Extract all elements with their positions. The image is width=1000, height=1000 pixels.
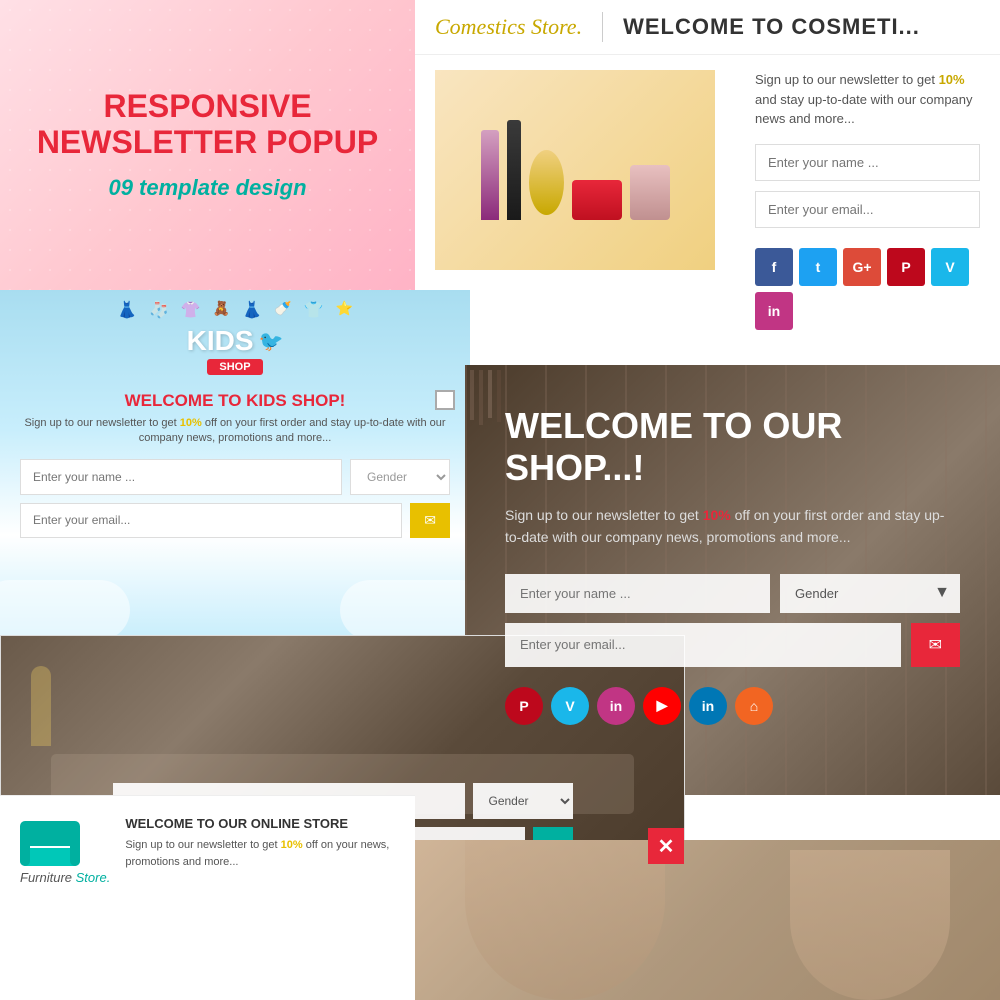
top-left-panel: RESPONSIVE NEWSLETTER POPUP 09 template … [0, 0, 415, 290]
checkbox[interactable] [435, 390, 455, 410]
google-btn[interactable]: G+ [843, 248, 881, 286]
clothing-linkedin-btn[interactable]: in [689, 687, 727, 725]
kids-submit-button[interactable]: ✉ [410, 503, 450, 538]
kids-email-row: ✉ [20, 503, 450, 538]
kids-name-input[interactable] [20, 459, 342, 495]
cloud-left [0, 580, 130, 640]
kids-logo: KIDS 🐦 SHOP [187, 325, 284, 380]
furniture-store-logo-icon: Furniture Store. [20, 816, 110, 980]
kids-form-row1: Gender Male Female [20, 459, 450, 495]
cosmetics-name-input[interactable] [755, 144, 980, 181]
clothing-email-input[interactable] [505, 623, 901, 667]
clothing-youtube-btn[interactable]: ▶ [643, 687, 681, 725]
header-divider [602, 12, 603, 42]
clothing-social-row: P V in ▶ in ⌂ [505, 687, 960, 725]
clothing-form-row1: Gender Male Female ▼ [505, 574, 960, 613]
bedroom-gender-select[interactable]: Gender Male Female [473, 783, 573, 819]
kids-welcome-text: WELCOME TO KIDS SHOP! [125, 391, 346, 411]
cosmetics-header: Comestics Store. WELCOME TO COSMETI... [415, 0, 1000, 55]
clothing-content: WELCOME TO OUR SHOP...! Sign up to our n… [465, 365, 1000, 745]
clothing-gender-wrapper: Gender Male Female ▼ [780, 574, 960, 613]
furniture-store-description: Sign up to our newsletter to get 10% off… [125, 837, 395, 870]
cosmetics-welcome-text: WELCOME TO COSMETI... [623, 14, 920, 40]
cosmetics-social-row: f t G+ P V in [755, 248, 980, 330]
clothing-instagram-btn[interactable]: in [597, 687, 635, 725]
clothing-email-row: ✉ [505, 623, 960, 667]
clothing-title: WELCOME TO OUR SHOP...! [505, 405, 960, 489]
cosmetics-products-image [435, 70, 715, 270]
furniture-store-title: WELCOME TO OUR ONLINE STORE [125, 816, 395, 831]
facebook-btn[interactable]: f [755, 248, 793, 286]
clothing-submit-button[interactable]: ✉ [911, 623, 960, 667]
kids-panel: 👗 🧦 👚 🧸 👗 🍼 👕 ⭐ KIDS 🐦 SHOP WELCOME TO K… [0, 290, 470, 640]
cosmetics-desc: Sign up to our newsletter to get 10% and… [755, 70, 980, 129]
main-title-line2: NEWSLETTER POPUP [37, 125, 378, 160]
twitter-btn[interactable]: t [799, 248, 837, 286]
clothing-panel: WELCOME TO OUR SHOP...! Sign up to our n… [465, 365, 1000, 795]
cosmetics-image-area [435, 70, 735, 330]
close-popup-button[interactable]: ✕ [648, 828, 684, 864]
furniture-logo-text: Furniture Store. [20, 870, 110, 885]
cosmetics-body: Sign up to our newsletter to get 10% and… [415, 55, 1000, 345]
vimeo-btn[interactable]: V [931, 248, 969, 286]
clothing-vimeo-btn[interactable]: V [551, 687, 589, 725]
kids-description: Sign up to our newsletter to get 10% off… [20, 416, 450, 447]
hanging-decoration: 👗 🧦 👚 🧸 👗 🍼 👕 ⭐ [117, 300, 353, 320]
pinterest-btn[interactable]: P [887, 248, 925, 286]
main-subtitle: 09 template design [108, 175, 306, 201]
furniture-store-panel: Furniture Store. WELCOME TO OUR ONLINE S… [0, 795, 415, 1000]
cosmetics-panel: Comestics Store. WELCOME TO COSMETI... S… [415, 0, 1000, 370]
product-sphere [529, 150, 564, 215]
clothing-pinterest-btn[interactable]: P [505, 687, 543, 725]
cosmetics-email-input[interactable] [755, 191, 980, 228]
instagram-btn[interactable]: in [755, 292, 793, 330]
kids-logo-text: KIDS [187, 325, 254, 357]
kids-bird-icon: 🐦 [259, 329, 284, 354]
cloud-right [340, 580, 470, 640]
main-title-line1: RESPONSIVE [103, 89, 311, 124]
clothing-gender-select[interactable]: Gender Male Female [780, 574, 960, 613]
fashion-panel [415, 840, 1000, 1000]
kids-gender-select[interactable]: Gender Male Female [350, 459, 450, 495]
clothing-description: Sign up to our newsletter to get 10% off… [505, 504, 960, 549]
cosmetics-form: Sign up to our newsletter to get 10% and… [755, 70, 980, 330]
clothing-rss-btn[interactable]: ⌂ [735, 687, 773, 725]
fashion-background [415, 840, 1000, 1000]
furniture-store-info: WELCOME TO OUR ONLINE STORE Sign up to o… [125, 816, 395, 980]
cosmetics-logo: Comestics Store. [435, 14, 582, 40]
shop-badge: SHOP [207, 359, 262, 375]
kids-email-input[interactable] [20, 503, 402, 538]
clothing-name-input[interactable] [505, 574, 770, 613]
